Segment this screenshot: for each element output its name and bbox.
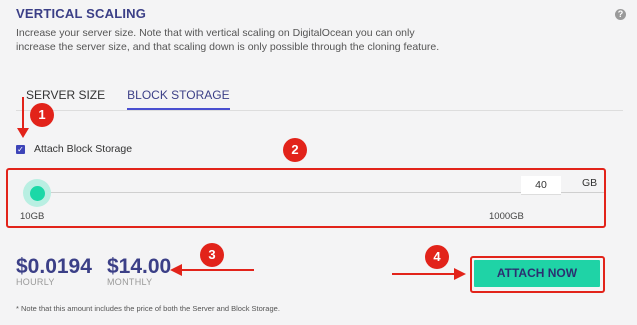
- arrow-3-head: [170, 264, 182, 276]
- annotation-marker-3: 3: [200, 243, 224, 267]
- annotation-marker-2: 2: [283, 138, 307, 162]
- annotation-marker-1: 1: [30, 103, 54, 127]
- arrow-1-head: [17, 128, 29, 138]
- annotation-marker-4: 4: [425, 245, 449, 269]
- arrow-4-head: [454, 268, 466, 280]
- annotation-arrows: [17, 97, 466, 280]
